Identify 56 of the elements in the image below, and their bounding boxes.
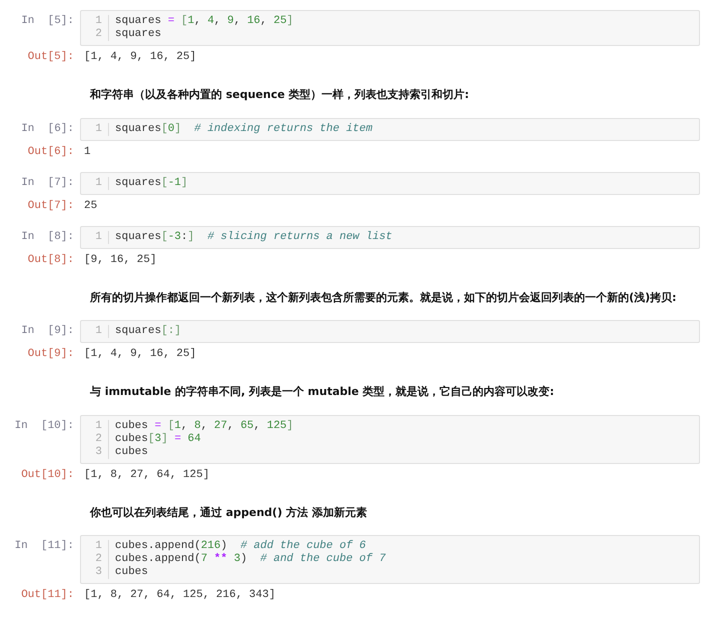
output-text: 25	[83, 198, 98, 212]
output-text: [1, 4, 9, 16, 25]	[83, 50, 196, 64]
line-number: 1	[94, 420, 102, 432]
output-prompt: Out[7]:	[26, 198, 75, 212]
input-prompt: In [7]:	[20, 176, 75, 190]
input-prompt: In [5]:	[20, 14, 75, 28]
output-prompt: Out[8]:	[26, 252, 75, 266]
line-number: 1	[94, 176, 102, 190]
code-line: squares[:]	[115, 325, 182, 338]
line-number: 1	[94, 540, 102, 553]
line-number: 2	[94, 553, 102, 566]
line-number: 3	[94, 446, 102, 458]
code-line: squares[-1]	[115, 176, 188, 190]
code-line: squares[-3:] # slicing returns a new list	[115, 230, 392, 244]
code-line: squares	[115, 28, 162, 41]
code-editor[interactable]: 1 2 squares = [1, 4, 9, 16, 25] squares	[80, 10, 700, 46]
code-editor[interactable]: 1 2 3 cubes.append(216) # add the cube of 6 cubes.append(7 ** 3) # and the cube of 7 cubes	[80, 535, 700, 584]
markdown-text: 你也可以在列表结尾，通过 append() 方法 添加新元素	[90, 506, 367, 518]
input-prompt: In [8]:	[20, 230, 75, 244]
code-line: cubes.append(216) # add the cube of 6	[115, 540, 367, 553]
code-editor[interactable]: 1 2 3 cubes = [1, 8, 27, 65, 125] cubes[3] = 64 cubes	[80, 414, 700, 464]
markdown-text: 与 immutable 的字符串不同, 列表是一个 mutable 类型，就是说，它自己的内容可以改变:	[90, 385, 554, 398]
line-number: 1	[94, 325, 102, 338]
code-line: squares = [1, 4, 9, 16, 25]	[115, 15, 294, 28]
code-line: cubes	[115, 446, 150, 458]
code-line: cubes = [1, 8, 27, 65, 125]	[115, 420, 294, 432]
code-line: cubes.append(7 ** 3) # and the cube of 7	[115, 553, 386, 566]
code-line: cubes	[115, 566, 150, 579]
markdown-text: 和字符串（以及各种内置的 sequence 类型）一样，列表也支持索引和切片:	[90, 88, 470, 101]
output-prompt: Out[9]:	[26, 347, 75, 361]
line-number: 2	[94, 28, 102, 41]
markdown-text: 所有的切片操作都返回一个新列表，这个新列表包含所需要的元素。就是说，如下的切片会返回列表的一个新的(浅)拷贝:	[90, 290, 676, 304]
line-number: 1	[94, 15, 102, 28]
code-editor[interactable]: 1 squares[-3:] # slicing returns a new list	[80, 226, 700, 248]
output-text: 1	[83, 144, 91, 158]
line-number: 1	[94, 230, 102, 244]
output-text: [1, 4, 9, 16, 25]	[83, 347, 196, 361]
output-text: [9, 16, 25]	[83, 252, 157, 266]
line-number: 3	[94, 566, 102, 579]
input-prompt: In [10]:	[14, 418, 75, 432]
code-editor[interactable]: 1 squares[:]	[80, 320, 700, 343]
code-editor[interactable]: 1 squares[0] # indexing returns the item	[80, 118, 700, 140]
line-number: 2	[94, 432, 102, 446]
output-prompt: Out[11]:	[20, 588, 75, 602]
output-prompt: Out[10]:	[20, 468, 75, 482]
code-editor[interactable]: 1 squares[-1]	[80, 172, 700, 194]
code-line: cubes[3] = 64	[115, 432, 202, 446]
line-number: 1	[94, 122, 102, 136]
output-text: [1, 8, 27, 64, 125]	[83, 468, 210, 482]
output-prompt: Out[6]:	[26, 144, 75, 158]
output-text: [1, 8, 27, 64, 125, 216, 343]	[83, 588, 276, 602]
input-prompt: In [9]:	[20, 324, 75, 338]
input-prompt: In [11]:	[14, 539, 75, 553]
code-line: squares[0] # indexing returns the item	[115, 122, 372, 136]
input-prompt: In [6]:	[20, 122, 75, 136]
output-prompt: Out[5]:	[26, 50, 75, 64]
